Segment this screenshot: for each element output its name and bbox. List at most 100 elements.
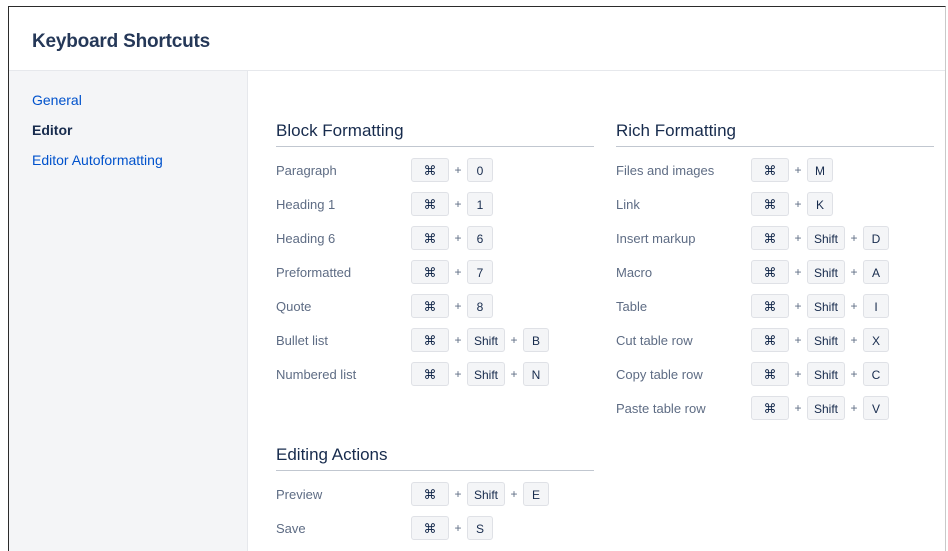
plus-separator: + (794, 163, 802, 177)
section-title: Block Formatting (276, 121, 594, 147)
key-cap: 0 (467, 158, 493, 182)
plus-separator: + (454, 163, 462, 177)
sidebar-nav: General Editor Editor Autoformatting (9, 71, 248, 551)
block-formatting-section: Block Formatting Paragraph ⌘ +0 Heading 1 ⌘ +… (276, 121, 594, 395)
shortcut-row: Cut table row ⌘ + Shift + X (616, 327, 934, 361)
command-key-icon: ⌘ (751, 294, 789, 318)
key-cap: Shift (807, 328, 846, 352)
shortcut-rows: Files and images ⌘ + M Link ⌘ + K Insert markup ⌘… (616, 157, 934, 429)
key-cap: I (863, 294, 890, 318)
plus-separator: + (454, 197, 462, 211)
plus-separator: + (850, 401, 858, 415)
sidebar-item-general[interactable]: General (9, 91, 247, 121)
shortcut-row: Numbered list ⌘ + Shift + N (276, 361, 594, 395)
plus-separator: + (510, 487, 518, 501)
shortcut-label: Preview (276, 487, 323, 502)
section-title: Rich Formatting (616, 121, 934, 147)
rich-formatting-section: Rich Formatting Files and images ⌘ + M Link ⌘… (616, 121, 934, 429)
command-key-icon: ⌘ (411, 362, 449, 386)
key-cap: M (807, 158, 833, 182)
shortcut-keys: ⌘ +6 (411, 225, 493, 251)
key-cap: V (863, 396, 890, 420)
shortcut-keys: ⌘ + Shift + A (751, 259, 890, 285)
shortcut-row: Preformatted ⌘ +7 (276, 259, 594, 293)
shortcut-row: Paste table row ⌘ + Shift + V (616, 395, 934, 429)
shortcut-keys: ⌘ + K (751, 191, 833, 217)
shortcut-keys: ⌘ +8 (411, 293, 493, 319)
shortcuts-content: Block Formatting Paragraph ⌘ +0 Heading 1 ⌘ +… (248, 71, 945, 551)
shortcut-label: Table (616, 299, 648, 314)
section-title: Editing Actions (276, 445, 594, 471)
shortcut-label: Insert markup (616, 231, 696, 246)
plus-separator: + (510, 367, 518, 381)
plus-separator: + (794, 367, 802, 381)
shortcut-keys: ⌘ +7 (411, 259, 493, 285)
command-key-icon: ⌘ (751, 158, 789, 182)
command-key-icon: ⌘ (751, 192, 789, 216)
plus-separator: + (454, 487, 462, 501)
key-cap: K (807, 192, 833, 216)
shortcut-row: Macro ⌘ + Shift + A (616, 259, 934, 293)
plus-separator: + (850, 265, 858, 279)
shortcut-keys: ⌘ + Shift + E (411, 481, 550, 507)
plus-separator: + (850, 333, 858, 347)
key-cap: 8 (467, 294, 493, 318)
editing-actions-section: Editing Actions Preview ⌘ + Shift + E Save ⌘ + S (276, 445, 594, 549)
shortcut-label: Files and images (616, 163, 715, 178)
shortcut-row: Save ⌘ + S (276, 515, 594, 549)
key-cap: Shift (467, 328, 506, 352)
plus-separator: + (794, 333, 802, 347)
key-cap: X (863, 328, 890, 352)
command-key-icon: ⌘ (751, 260, 789, 284)
plus-separator: + (454, 367, 462, 381)
shortcut-label: Paragraph (276, 163, 337, 178)
plus-separator: + (794, 231, 802, 245)
plus-separator: + (454, 521, 462, 535)
shortcut-keys: ⌘ + Shift + I (751, 293, 890, 319)
plus-separator: + (850, 367, 858, 381)
key-cap: Shift (807, 362, 846, 386)
key-cap: 6 (467, 226, 493, 250)
shortcut-label: Link (616, 197, 640, 212)
shortcut-keys: ⌘ + Shift + V (751, 395, 890, 421)
plus-separator: + (794, 299, 802, 313)
key-cap: Shift (807, 396, 846, 420)
key-cap: Shift (807, 294, 846, 318)
shortcut-label: Preformatted (276, 265, 352, 280)
command-key-icon: ⌘ (411, 226, 449, 250)
plus-separator: + (850, 231, 858, 245)
plus-separator: + (454, 299, 462, 313)
shortcut-row: Insert markup ⌘ + Shift + D (616, 225, 934, 259)
shortcut-label: Bullet list (276, 333, 329, 348)
shortcut-row: Quote ⌘ +8 (276, 293, 594, 327)
shortcut-keys: ⌘ + Shift + X (751, 327, 890, 353)
shortcut-rows: Paragraph ⌘ +0 Heading 1 ⌘ +1 Heading 6 ⌘ +6 Pref… (276, 157, 594, 395)
key-cap: Shift (807, 226, 846, 250)
plus-separator: + (850, 299, 858, 313)
key-cap: Shift (467, 482, 506, 506)
sidebar-item-editor[interactable]: Editor (9, 121, 247, 151)
shortcut-keys: ⌘ + Shift + N (411, 361, 550, 387)
shortcut-rows: Preview ⌘ + Shift + E Save ⌘ + S (276, 481, 594, 549)
command-key-icon: ⌘ (411, 482, 449, 506)
command-key-icon: ⌘ (411, 260, 449, 284)
key-cap: E (523, 482, 550, 506)
shortcut-keys: ⌘ + Shift + B (411, 327, 550, 353)
shortcut-row: Files and images ⌘ + M (616, 157, 934, 191)
shortcut-label: Numbered list (276, 367, 357, 382)
key-cap: A (863, 260, 890, 284)
command-key-icon: ⌘ (411, 158, 449, 182)
shortcut-label: Save (276, 521, 306, 536)
command-key-icon: ⌘ (751, 362, 789, 386)
shortcut-row: Table ⌘ + Shift + I (616, 293, 934, 327)
key-cap: 7 (467, 260, 493, 284)
key-cap: Shift (807, 260, 846, 284)
plus-separator: + (454, 265, 462, 279)
key-cap: D (863, 226, 890, 250)
shortcut-keys: ⌘ + Shift + C (751, 361, 890, 387)
keyboard-shortcuts-dialog: Keyboard Shortcuts General Editor Editor… (8, 6, 946, 551)
key-cap: Shift (467, 362, 506, 386)
shortcut-keys: ⌘ + S (411, 515, 493, 541)
sidebar-item-editor-autoformatting[interactable]: Editor Autoformatting (9, 151, 247, 181)
shortcut-row: Bullet list ⌘ + Shift + B (276, 327, 594, 361)
